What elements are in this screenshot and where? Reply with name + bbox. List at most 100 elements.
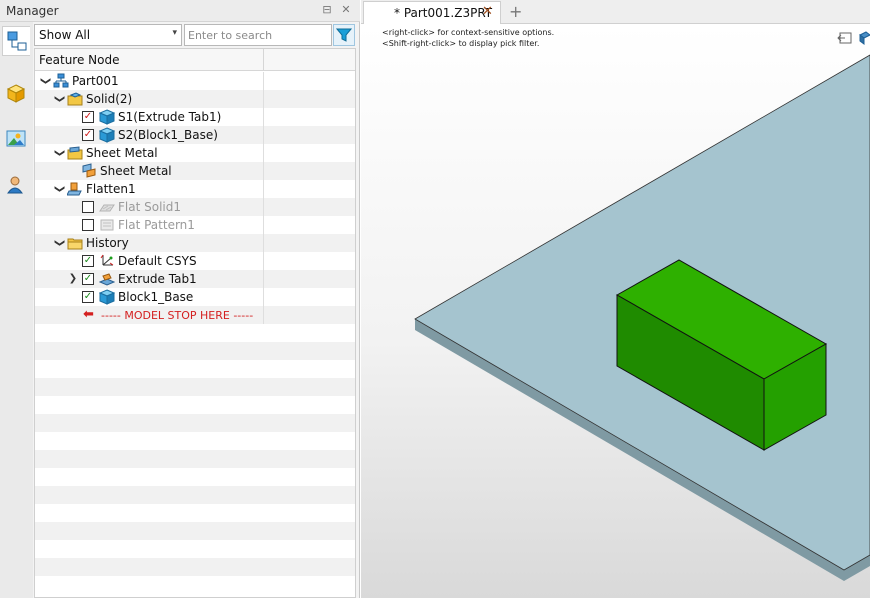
visibility-checkbox[interactable]: ✓ bbox=[82, 273, 94, 285]
hint-line-1: <right-click> for context-sensitive opti… bbox=[382, 28, 555, 37]
tree-row-cell: Flat Solid1 bbox=[35, 198, 264, 216]
manager-title: Manager bbox=[6, 4, 59, 18]
tab-history-manager[interactable] bbox=[2, 26, 30, 56]
collapse-chevron-icon[interactable]: ❯ bbox=[52, 183, 66, 195]
document-tab[interactable]: * Part001.Z3PRT ✕ bbox=[363, 1, 501, 24]
visibility-checkbox[interactable] bbox=[82, 219, 94, 231]
manager-titlebar: Manager ⊟ ✕ bbox=[0, 0, 360, 22]
tree-row-cell: ✓ Block1_Base bbox=[35, 288, 264, 306]
tree-node-label: Sheet Metal bbox=[100, 164, 172, 178]
column-divider[interactable] bbox=[263, 49, 264, 71]
tree-empty-row bbox=[35, 342, 355, 360]
tree-empty-row bbox=[35, 468, 355, 486]
collapse-chevron-icon[interactable]: ❯ bbox=[38, 75, 52, 87]
tab-user-manager[interactable] bbox=[2, 170, 30, 200]
tree-node-label: Solid(2) bbox=[86, 92, 133, 106]
block-icon bbox=[99, 289, 115, 305]
filter-dropdown-value: Show All bbox=[39, 28, 91, 42]
tree-node-label: Default CSYS bbox=[118, 254, 197, 268]
tree-empty-row bbox=[35, 450, 355, 468]
visibility-checkbox[interactable]: ✓ bbox=[82, 111, 94, 123]
tree-node-label: Block1_Base bbox=[118, 290, 194, 304]
tree-row-cell: ❯ Part001 bbox=[35, 72, 264, 90]
flat-pattern-icon bbox=[100, 219, 114, 231]
visibility-checkbox[interactable] bbox=[82, 201, 94, 213]
search-input[interactable] bbox=[184, 24, 332, 46]
feature-node-column-label: Feature Node bbox=[39, 53, 120, 67]
tree-row-cell: ⬅ ----- MODEL STOP HERE ----- bbox=[35, 306, 264, 324]
tree-row[interactable]: ❯ Sheet Metal bbox=[35, 144, 355, 162]
tree-row-cell: ✓ Default CSYS bbox=[35, 252, 264, 270]
tree-row[interactable]: Sheet Metal bbox=[35, 162, 355, 180]
tree-node-label: Flat Pattern1 bbox=[118, 218, 195, 232]
flat-solid-icon bbox=[99, 204, 115, 212]
funnel-icon bbox=[336, 28, 352, 42]
manager-panel: Manager ⊟ ✕ Show All ▾ Enter to search F… bbox=[0, 0, 360, 598]
tree-row[interactable]: ✓ S2(Block1_Base) bbox=[35, 126, 355, 144]
solid-cube-icon bbox=[99, 109, 115, 125]
tree-row-cell: ❯ History bbox=[35, 234, 264, 252]
tree-row-cell: Sheet Metal bbox=[35, 162, 264, 180]
part-hierarchy-icon bbox=[53, 73, 69, 88]
3d-canvas[interactable]: <right-click> for context-sensitive opti… bbox=[361, 25, 870, 598]
hint-line-2: <Shift-right-click> to display pick filt… bbox=[382, 39, 540, 48]
tree-row[interactable]: ✓ Block1_Base bbox=[35, 288, 355, 306]
tree-row[interactable]: ❯ History bbox=[35, 234, 355, 252]
stop-arrow-icon[interactable]: ⬅ bbox=[83, 308, 94, 321]
tree-empty-row bbox=[35, 414, 355, 432]
visibility-checkbox[interactable]: ✓ bbox=[82, 129, 94, 141]
view-orientation-icon[interactable] bbox=[858, 30, 870, 46]
tree-row[interactable]: Flat Pattern1 bbox=[35, 216, 355, 234]
filter-dropdown[interactable]: Show All ▾ bbox=[34, 24, 182, 46]
tree-empty-row bbox=[35, 558, 355, 576]
expand-chevron-icon[interactable]: ❯ bbox=[67, 272, 79, 286]
model-stop-label: ----- MODEL STOP HERE ----- bbox=[101, 309, 254, 322]
tree-node-label: Sheet Metal bbox=[86, 146, 158, 160]
tree-node-label: S2(Block1_Base) bbox=[118, 128, 218, 142]
new-tab-button[interactable]: + bbox=[509, 2, 522, 21]
close-tab-icon[interactable]: ✕ bbox=[482, 4, 493, 19]
tree-row[interactable]: Flat Solid1 bbox=[35, 198, 355, 216]
history-folder-icon bbox=[67, 238, 83, 250]
collapse-chevron-icon[interactable]: ❯ bbox=[52, 93, 66, 105]
tree-empty-row bbox=[35, 486, 355, 504]
manager-side-tabs bbox=[0, 22, 33, 598]
tab-view-manager[interactable] bbox=[2, 124, 30, 154]
filter-button[interactable] bbox=[333, 24, 355, 46]
tree-row-cell: Flat Pattern1 bbox=[35, 216, 264, 234]
visibility-checkbox[interactable]: ✓ bbox=[82, 255, 94, 267]
tree-empty-row bbox=[35, 504, 355, 522]
document-tab-label: * Part001.Z3PRT bbox=[394, 6, 493, 20]
graphics-area: * Part001.Z3PRT ✕ + <right-click> for co… bbox=[361, 0, 870, 598]
tree-row-cell: ❯ Sheet Metal bbox=[35, 144, 264, 162]
tree-row[interactable]: ❯ Solid(2) bbox=[35, 90, 355, 108]
tree-empty-row bbox=[35, 360, 355, 378]
solid-folder-icon bbox=[67, 92, 83, 106]
tree-node-label: History bbox=[86, 236, 129, 250]
tree-row[interactable]: ❯ Part001 bbox=[35, 72, 355, 90]
collapse-chevron-icon[interactable]: ❯ bbox=[52, 147, 66, 159]
model-scene[interactable] bbox=[361, 25, 870, 598]
tree-row[interactable]: ❯ ✓ Extrude Tab1 bbox=[35, 270, 355, 288]
tree-row-cell: ✓ S2(Block1_Base) bbox=[35, 126, 264, 144]
tree-node-label: Part001 bbox=[72, 74, 119, 88]
tab-part-view[interactable] bbox=[2, 78, 30, 108]
tree-node-label: Flatten1 bbox=[86, 182, 136, 196]
pin-icon[interactable]: ⊟ bbox=[320, 3, 334, 17]
view-back-icon[interactable] bbox=[837, 30, 853, 46]
tree-column-header: Feature Node bbox=[35, 49, 355, 71]
tree-row[interactable]: ✓ S1(Extrude Tab1) bbox=[35, 108, 355, 126]
tree-empty-row bbox=[35, 540, 355, 558]
tree-empty-row bbox=[35, 522, 355, 540]
feature-tree-icon bbox=[7, 31, 26, 51]
image-icon bbox=[6, 130, 26, 147]
close-icon[interactable]: ✕ bbox=[339, 3, 353, 17]
tree-empty-row bbox=[35, 378, 355, 396]
tree-row[interactable]: ⬅ ----- MODEL STOP HERE ----- bbox=[35, 306, 355, 324]
collapse-chevron-icon[interactable]: ❯ bbox=[52, 237, 66, 249]
tree-row-cell: ✓ S1(Extrude Tab1) bbox=[35, 108, 264, 126]
tree-empty-row bbox=[35, 576, 355, 594]
tree-row[interactable]: ✓ Default CSYS bbox=[35, 252, 355, 270]
tree-row[interactable]: ❯ Flatten1 bbox=[35, 180, 355, 198]
visibility-checkbox[interactable]: ✓ bbox=[82, 291, 94, 303]
